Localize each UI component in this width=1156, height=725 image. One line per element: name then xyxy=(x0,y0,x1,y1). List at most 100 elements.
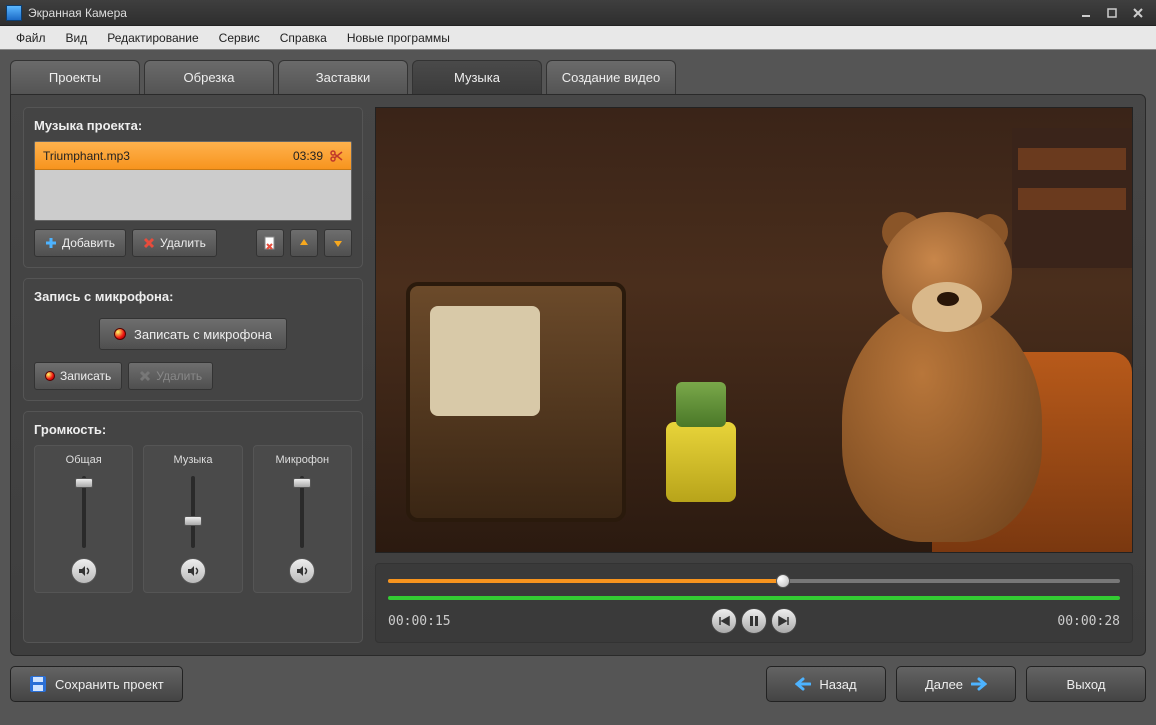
back-button[interactable]: Назад xyxy=(766,666,886,702)
back-label: Назад xyxy=(819,677,856,692)
track-name: Triumphant.mp3 xyxy=(43,149,293,163)
playback-bar: 00:00:15 00:00:28 xyxy=(375,563,1133,643)
arrow-right-icon xyxy=(971,677,987,691)
left-column: Музыка проекта: Triumphant.mp3 03:39 Доб… xyxy=(23,107,363,643)
tab-strip: Проекты Обрезка Заставки Музыка Создание… xyxy=(10,60,1146,94)
exit-label: Выход xyxy=(1067,677,1106,692)
mute-overall-button[interactable] xyxy=(71,558,97,584)
next-label: Далее xyxy=(925,677,963,692)
move-up-button[interactable] xyxy=(290,229,318,257)
tab-create-video[interactable]: Создание видео xyxy=(546,60,676,94)
tab-music[interactable]: Музыка xyxy=(412,60,542,94)
volume-music-slider[interactable] xyxy=(183,472,203,552)
music-project-group: Музыка проекта: Triumphant.mp3 03:39 Доб… xyxy=(23,107,363,268)
pause-button[interactable] xyxy=(741,608,767,634)
close-button[interactable] xyxy=(1126,4,1150,22)
record-from-mic-label: Записать с микрофона xyxy=(134,327,272,342)
window-title: Экранная Камера xyxy=(28,6,1072,20)
maximize-button[interactable] xyxy=(1100,4,1124,22)
save-project-label: Сохранить проект xyxy=(55,677,164,692)
tab-trim[interactable]: Обрезка xyxy=(144,60,274,94)
seek-slider[interactable] xyxy=(388,574,1120,588)
document-x-icon xyxy=(263,236,277,250)
arrow-left-icon xyxy=(795,677,811,691)
title-bar: Экранная Камера xyxy=(0,0,1156,26)
delete-recording-label: Удалить xyxy=(156,369,202,383)
x-icon xyxy=(139,370,151,382)
record-dot-icon xyxy=(114,328,126,340)
volume-music: Музыка xyxy=(143,445,242,593)
tab-projects[interactable]: Проекты xyxy=(10,60,140,94)
track-list[interactable]: Triumphant.mp3 03:39 xyxy=(34,141,352,221)
mic-buttons-row: Записать Удалить xyxy=(34,362,352,390)
prev-button[interactable] xyxy=(711,608,737,634)
seek-handle[interactable] xyxy=(776,574,790,588)
record-label: Записать xyxy=(60,369,111,383)
floppy-icon xyxy=(29,675,47,693)
volume-overall: Общая xyxy=(34,445,133,593)
track-buttons-row: Добавить Удалить xyxy=(34,229,352,257)
track-row[interactable]: Triumphant.mp3 03:39 xyxy=(35,142,351,170)
clear-list-button[interactable] xyxy=(256,229,284,257)
pause-icon xyxy=(747,614,761,628)
footer-bar: Сохранить проект Назад Далее Выход xyxy=(10,666,1146,702)
content-area: Проекты Обрезка Заставки Музыка Создание… xyxy=(0,50,1156,725)
playback-controls xyxy=(451,608,1058,634)
menu-help[interactable]: Справка xyxy=(270,28,337,48)
exit-button[interactable]: Выход xyxy=(1026,666,1146,702)
move-down-button[interactable] xyxy=(324,229,352,257)
add-track-button[interactable]: Добавить xyxy=(34,229,126,257)
save-project-button[interactable]: Сохранить проект xyxy=(10,666,183,702)
volume-mic-slider[interactable] xyxy=(292,472,312,552)
record-from-mic-button[interactable]: Записать с микрофона xyxy=(99,318,287,350)
menu-view[interactable]: Вид xyxy=(56,28,98,48)
volume-mic-label: Микрофон xyxy=(276,454,330,466)
arrow-down-icon xyxy=(332,237,344,249)
menu-bar: Файл Вид Редактирование Сервис Справка Н… xyxy=(0,26,1156,50)
volume-music-label: Музыка xyxy=(174,454,213,466)
mute-music-button[interactable] xyxy=(180,558,206,584)
record-dot-icon xyxy=(45,371,55,381)
volume-overall-label: Общая xyxy=(66,454,102,466)
music-project-title: Музыка проекта: xyxy=(34,118,352,133)
next-button[interactable] xyxy=(771,608,797,634)
total-time: 00:00:28 xyxy=(1057,614,1120,629)
delete-track-button[interactable]: Удалить xyxy=(132,229,217,257)
arrow-up-icon xyxy=(298,237,310,249)
time-row: 00:00:15 00:00:28 xyxy=(388,608,1120,634)
delete-recording-button[interactable]: Удалить xyxy=(128,362,213,390)
tab-intros[interactable]: Заставки xyxy=(278,60,408,94)
mute-mic-button[interactable] xyxy=(289,558,315,584)
volume-overall-slider[interactable] xyxy=(74,472,94,552)
minimize-button[interactable] xyxy=(1074,4,1098,22)
main-panel: Музыка проекта: Triumphant.mp3 03:39 Доб… xyxy=(10,94,1146,656)
track-duration: 03:39 xyxy=(293,149,323,163)
volume-sliders-row: Общая Музыка Микрофон xyxy=(34,445,352,593)
speaker-icon xyxy=(77,564,91,578)
skip-back-icon xyxy=(717,614,731,628)
menu-new-programs[interactable]: Новые программы xyxy=(337,28,460,48)
video-preview[interactable] xyxy=(375,107,1133,553)
menu-service[interactable]: Сервис xyxy=(209,28,270,48)
volume-title: Громкость: xyxy=(34,422,352,437)
mic-record-group: Запись с микрофона: Записать с микрофона… xyxy=(23,278,363,401)
next-button-footer[interactable]: Далее xyxy=(896,666,1016,702)
add-label: Добавить xyxy=(62,236,115,250)
audio-waveform-bar xyxy=(388,596,1120,600)
record-button[interactable]: Записать xyxy=(34,362,122,390)
plus-icon xyxy=(45,237,57,249)
x-icon xyxy=(143,237,155,249)
delete-label: Удалить xyxy=(160,236,206,250)
menu-edit[interactable]: Редактирование xyxy=(97,28,208,48)
skip-forward-icon xyxy=(777,614,791,628)
mic-record-title: Запись с микрофона: xyxy=(34,289,352,304)
app-icon xyxy=(6,5,22,21)
speaker-icon xyxy=(186,564,200,578)
scissors-icon[interactable] xyxy=(329,149,343,163)
right-column: 00:00:15 00:00:28 xyxy=(375,107,1133,643)
speaker-icon xyxy=(295,564,309,578)
menu-file[interactable]: Файл xyxy=(6,28,56,48)
volume-group: Громкость: Общая Музыка Микрофон xyxy=(23,411,363,643)
current-time: 00:00:15 xyxy=(388,614,451,629)
volume-mic: Микрофон xyxy=(253,445,352,593)
